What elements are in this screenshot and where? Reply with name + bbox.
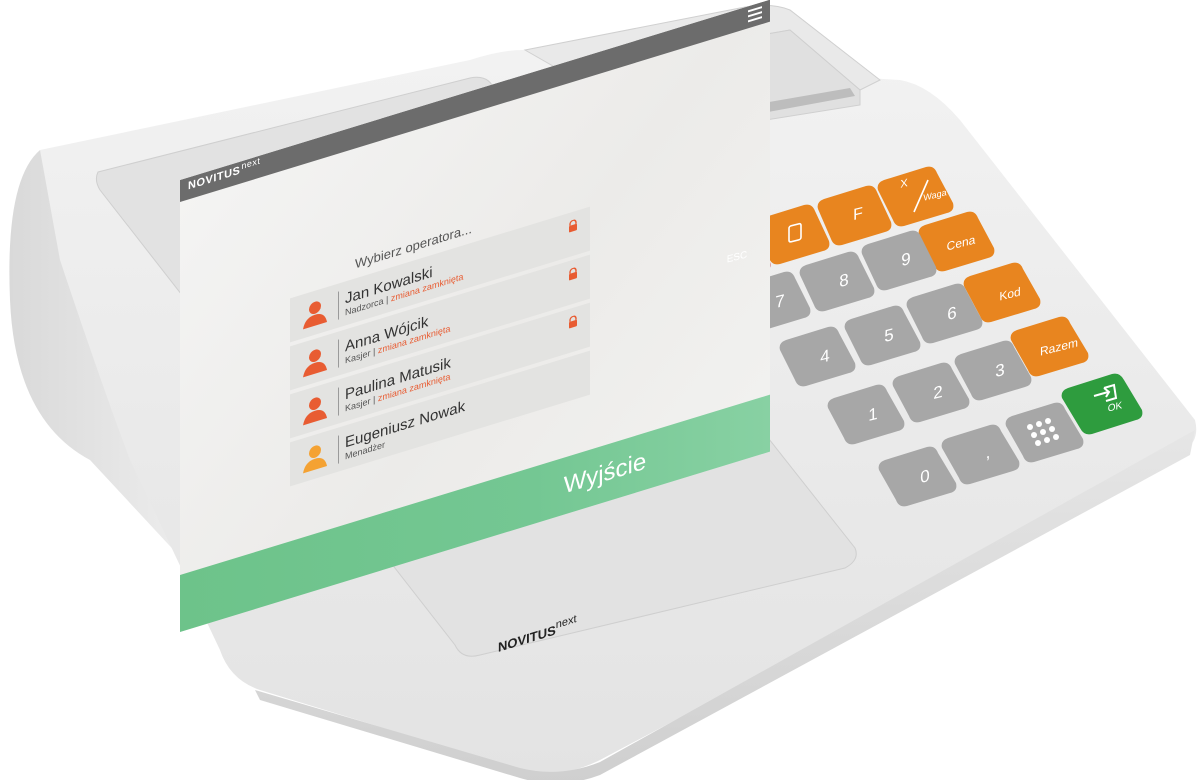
row-separator <box>338 387 339 416</box>
kod-key[interactable] <box>970 266 1036 318</box>
user-avatar-icon <box>303 397 327 426</box>
user-avatar-icon <box>303 349 327 378</box>
key-2[interactable] <box>899 366 967 418</box>
key-6[interactable] <box>913 287 979 339</box>
keypad-grid-key[interactable] <box>1012 406 1082 460</box>
screen-brand-logo: NOVITUSnext <box>188 155 261 193</box>
operator-list: Jan Kowalski Nadzorca | zmiana zamknięta… <box>290 206 590 491</box>
key-4[interactable] <box>786 330 852 382</box>
card-key[interactable] <box>762 210 824 260</box>
row-separator <box>338 339 339 368</box>
lock-icon <box>569 219 577 233</box>
key-7[interactable] <box>742 275 806 327</box>
user-avatar-icon <box>303 445 327 474</box>
key-0[interactable] <box>885 450 955 504</box>
key-5[interactable] <box>851 309 917 361</box>
row-separator <box>338 435 339 464</box>
key-comma[interactable] <box>948 428 1018 482</box>
lock-icon <box>569 315 577 329</box>
row-separator <box>338 291 339 320</box>
key-3[interactable] <box>961 344 1029 396</box>
key-8[interactable] <box>806 255 870 307</box>
user-avatar-icon <box>303 301 327 330</box>
hamburger-menu-icon[interactable] <box>748 6 762 24</box>
screen-brand-sup: next <box>241 155 261 172</box>
key-1[interactable] <box>834 388 902 440</box>
cena-key[interactable] <box>925 215 989 267</box>
key-9[interactable] <box>868 234 932 286</box>
stage: NOVITUSnext Wybierz operatora... Jan Kow… <box>0 0 1200 780</box>
screen-brand-main: NOVITUS <box>188 164 241 193</box>
f-key[interactable] <box>824 190 886 240</box>
lock-icon <box>569 267 577 281</box>
